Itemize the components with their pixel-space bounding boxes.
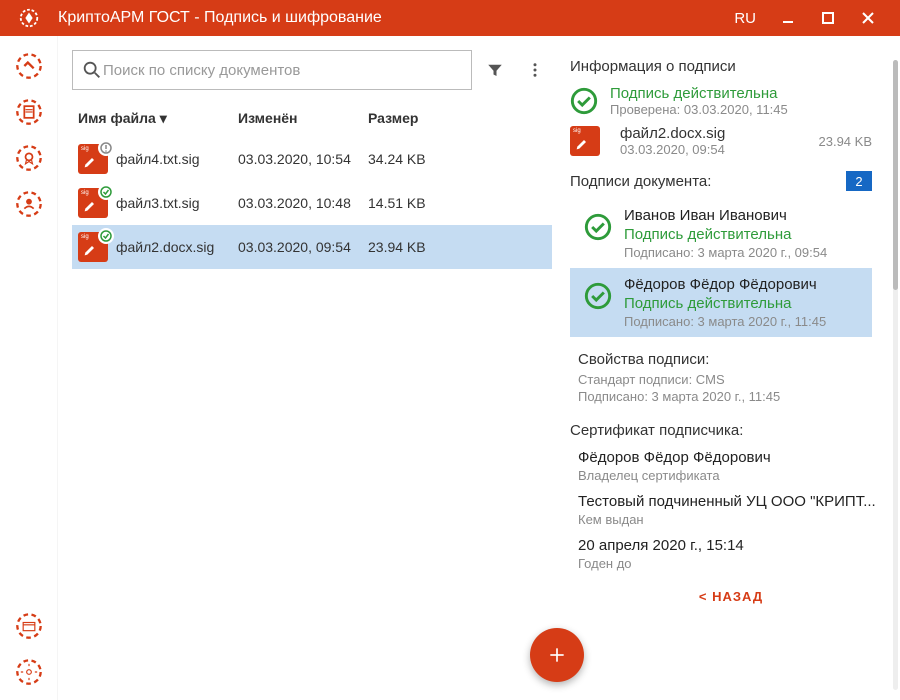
- info-file-date: 03.03.2020, 09:54: [620, 142, 725, 157]
- status-unknown-icon: [98, 140, 114, 156]
- check-circle-icon: [570, 87, 598, 115]
- file-name: файл3.txt.sig: [116, 195, 238, 211]
- props-heading: Свойства подписи:: [578, 351, 892, 368]
- file-size: 14.51 KB: [368, 195, 468, 211]
- filter-button[interactable]: [478, 50, 512, 90]
- file-size: 23.94 KB: [368, 239, 468, 255]
- table-row[interactable]: sig файл3.txt.sig 03.03.2020, 10:48 14.5…: [72, 181, 552, 225]
- table-row[interactable]: sig файл4.txt.sig 03.03.2020, 10:54 34.2…: [72, 137, 552, 181]
- scrollbar-thumb[interactable]: [893, 60, 898, 290]
- sig-file-icon: sig: [78, 144, 108, 174]
- back-button[interactable]: < НАЗАД: [570, 589, 892, 604]
- sig-date: Подписано: 3 марта 2020 г., 11:45: [578, 389, 892, 404]
- sidebar: [0, 36, 58, 700]
- signer-date: Подписано: 3 марта 2020 г., 09:54: [624, 245, 827, 260]
- table-row[interactable]: sig файл2.docx.sig 03.03.2020, 09:54 23.…: [72, 225, 552, 269]
- cert-expires: 20 апреля 2020 г., 15:14: [578, 537, 892, 554]
- file-size: 34.24 KB: [368, 151, 468, 167]
- signatures-count-badge: 2: [846, 171, 872, 191]
- cert-expires-label: Годен до: [578, 556, 892, 571]
- minimize-button[interactable]: [768, 0, 808, 36]
- col-size-header[interactable]: Размер: [368, 110, 468, 127]
- signer-status: Подпись действительна: [624, 295, 826, 312]
- sig-file-icon: sig: [570, 126, 600, 156]
- signature-valid-label: Подпись действительна: [610, 85, 788, 102]
- maximize-button[interactable]: [808, 0, 848, 36]
- signer-status: Подпись действительна: [624, 226, 827, 243]
- app-logo-icon: [0, 7, 58, 29]
- file-name: файл4.txt.sig: [116, 151, 238, 167]
- sig-file-icon: sig: [78, 232, 108, 262]
- search-icon: [81, 59, 103, 81]
- plus-icon: [547, 645, 567, 665]
- col-name-header[interactable]: Имя файла: [78, 110, 156, 126]
- status-valid-icon: [98, 184, 114, 200]
- cert-owner: Фёдоров Фёдор Фёдорович: [578, 449, 892, 466]
- add-fab-button[interactable]: [530, 628, 584, 682]
- check-circle-icon: [584, 213, 612, 241]
- signer-item[interactable]: Фёдоров Фёдор Фёдорович Подпись действит…: [570, 268, 872, 337]
- file-list-pane: Имя файла ▾ Изменён Размер sig файл4.txt…: [72, 50, 552, 700]
- search-box[interactable]: [72, 50, 472, 90]
- sidebar-archive-icon[interactable]: [13, 610, 45, 642]
- cert-owner-label: Владелец сертификата: [578, 468, 892, 483]
- file-modified: 03.03.2020, 10:48: [238, 195, 368, 211]
- table-header: Имя файла ▾ Изменён Размер: [72, 100, 552, 137]
- signer-name: Фёдоров Фёдор Фёдорович: [624, 276, 826, 293]
- sig-file-icon: sig: [78, 188, 108, 218]
- search-input[interactable]: [103, 62, 463, 79]
- language-switch[interactable]: RU: [722, 10, 768, 27]
- sort-indicator-icon: ▾: [160, 110, 167, 126]
- checked-date: Проверена: 03.03.2020, 11:45: [610, 102, 788, 117]
- signer-name: Иванов Иван Иванович: [624, 207, 827, 224]
- cert-issuer-label: Кем выдан: [578, 512, 892, 527]
- sidebar-contacts-icon[interactable]: [13, 188, 45, 220]
- close-button[interactable]: [848, 0, 888, 36]
- signer-date: Подписано: 3 марта 2020 г., 11:45: [624, 314, 826, 329]
- status-valid-icon: [98, 228, 114, 244]
- info-heading: Информация о подписи: [570, 58, 892, 75]
- sig-standard: Стандарт подписи: CMS: [578, 372, 892, 387]
- file-name: файл2.docx.sig: [116, 239, 238, 255]
- check-circle-icon: [584, 282, 612, 310]
- doc-signatures-heading: Подписи документа:: [570, 173, 711, 190]
- info-file-size: 23.94 KB: [819, 134, 873, 149]
- cert-issuer: Тестовый подчиненный УЦ ООО "КРИПТ...: [578, 493, 892, 510]
- titlebar: КриптоАРМ ГОСТ - Подпись и шифрование RU: [0, 0, 900, 36]
- window-title: КриптоАРМ ГОСТ - Подпись и шифрование: [58, 9, 722, 27]
- col-modified-header[interactable]: Изменён: [238, 110, 368, 127]
- sidebar-doc-icon[interactable]: [13, 96, 45, 128]
- sidebar-nav-icon[interactable]: [13, 50, 45, 82]
- signature-info-pane: Информация о подписи Подпись действитель…: [552, 50, 900, 700]
- more-button[interactable]: [518, 50, 552, 90]
- file-modified: 03.03.2020, 10:54: [238, 151, 368, 167]
- sidebar-cert-icon[interactable]: [13, 142, 45, 174]
- cert-heading: Сертификат подписчика:: [570, 422, 892, 439]
- signer-item[interactable]: Иванов Иван Иванович Подпись действитель…: [570, 199, 872, 268]
- info-file-name: файл2.docx.sig: [620, 125, 725, 142]
- sidebar-settings-icon[interactable]: [13, 656, 45, 688]
- scrollbar[interactable]: [893, 60, 898, 690]
- file-modified: 03.03.2020, 09:54: [238, 239, 368, 255]
